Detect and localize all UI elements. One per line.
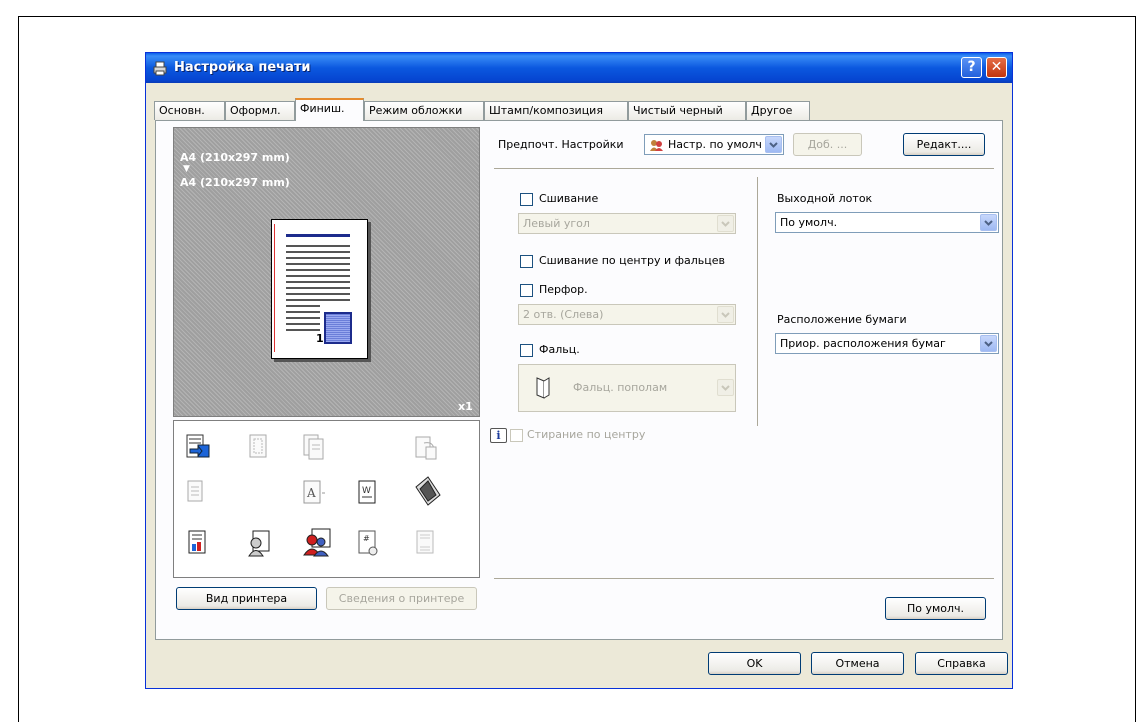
tab-pure-black[interactable]: Чистый черный [628,101,746,120]
printer-icon [153,61,167,76]
chevron-down-icon [717,379,734,396]
paper-arrangement-select[interactable]: Приор. расположения бумаг [775,333,999,354]
staple-position-select[interactable]: Левый угол [518,213,736,234]
fold-checkbox[interactable] [520,344,533,357]
tab-stamp-composition[interactable]: Штамп/композиция [484,101,628,120]
close-button[interactable]: ✕ [986,57,1007,78]
cancel-button[interactable]: Отмена [811,652,904,675]
svg-text:W: W [362,486,371,496]
fold-icon[interactable] [414,475,442,507]
tab-other[interactable]: Другое [746,101,810,120]
font-icon[interactable]: A [302,479,326,507]
page-preview: 1 [271,219,368,359]
chevron-down-icon [765,136,782,153]
edit-favorite-button[interactable]: Редакт.... [903,133,985,156]
output-tray-select[interactable]: По умолч. [775,212,999,233]
help-title-button[interactable]: ? [961,57,982,78]
copies-count: x1 [458,400,473,413]
help-button[interactable]: Справка [915,652,1008,675]
punch-label: Перфор. [539,283,588,296]
vertical-divider [757,177,758,426]
window-title: Настройка печати [174,60,311,75]
printer-view-button[interactable]: Вид принтера [176,587,317,610]
finishing-panel: A4 (210x297 mm) ▼ A4 (210x297 mm) 1 x1 A… [155,120,1003,640]
staple-checkbox[interactable] [520,193,533,206]
arrow-down-icon: ▼ [183,164,190,174]
favorites-icon [650,140,663,151]
chevron-down-icon [980,335,997,352]
fold-label: Фальц. [539,343,580,356]
printer-info-button[interactable]: Сведения о принтере [326,587,477,610]
info-icon[interactable]: i [490,428,507,443]
tab-finishing[interactable]: Финиш. [295,98,364,121]
header-footer-icon[interactable] [414,529,438,557]
user-authentication-icon[interactable] [247,529,271,557]
chevron-down-icon [717,306,734,323]
center-erase-label: Стирание по центру [527,428,646,441]
bottom-divider [494,578,994,579]
svg-text:#: # [363,534,370,543]
paper-size-source: A4 (210x297 mm) [180,151,290,164]
chevron-down-icon [980,214,997,231]
ok-button[interactable]: OK [708,652,801,675]
favorites-select[interactable]: Настр. по умолч [644,134,784,155]
color-settings-icon[interactable] [186,529,210,557]
tab-cover-mode[interactable]: Режим обложки [364,101,484,120]
center-staple-checkbox[interactable] [520,255,533,268]
output-tray-label: Выходной лоток [777,192,873,205]
rotate-icon[interactable] [414,433,438,461]
title-bar: Настройка печати ? ✕ [146,53,1012,83]
function-icon-grid: A W # [173,420,480,578]
tab-basic[interactable]: Основн. [154,101,225,120]
center-erase-checkbox[interactable] [510,429,523,442]
add-favorite-button[interactable]: Доб. ... [793,133,862,156]
divider [494,168,994,169]
punch-select[interactable]: 2 отв. (Слева) [518,304,736,325]
fold-select[interactable]: Фальц. пополам [518,364,736,412]
default-button[interactable]: По умолч. [885,597,986,620]
paper-size-output: A4 (210x297 mm) [180,176,290,189]
punch-checkbox[interactable] [520,284,533,297]
watermark-icon[interactable]: W [356,479,380,507]
page-numbering-icon[interactable]: # [356,529,380,557]
copy-pages-icon[interactable] [302,433,326,461]
chevron-down-icon [717,215,734,232]
paper-stack-icon[interactable] [186,479,210,507]
staple-label: Сшивание [539,192,599,205]
output-tray-icon[interactable] [186,433,210,461]
stamp-mark [324,312,352,344]
svg-text:A: A [306,486,316,500]
print-settings-dialog: Настройка печати ? ✕ Основн. Оформл. Фин… [145,52,1013,689]
staple-icon[interactable] [247,433,271,461]
account-track-icon[interactable] [302,527,332,557]
tab-layout[interactable]: Оформл. [225,101,295,120]
fold-half-icon [536,377,550,399]
page-number: 1 [316,332,324,345]
preview-area: A4 (210x297 mm) ▼ A4 (210x297 mm) 1 x1 [173,127,480,417]
favorites-label: Предпочт. Настройки [498,138,624,151]
paper-arrangement-label: Расположение бумаги [777,313,907,326]
center-staple-label: Сшивание по центру и фальцев [539,254,726,267]
